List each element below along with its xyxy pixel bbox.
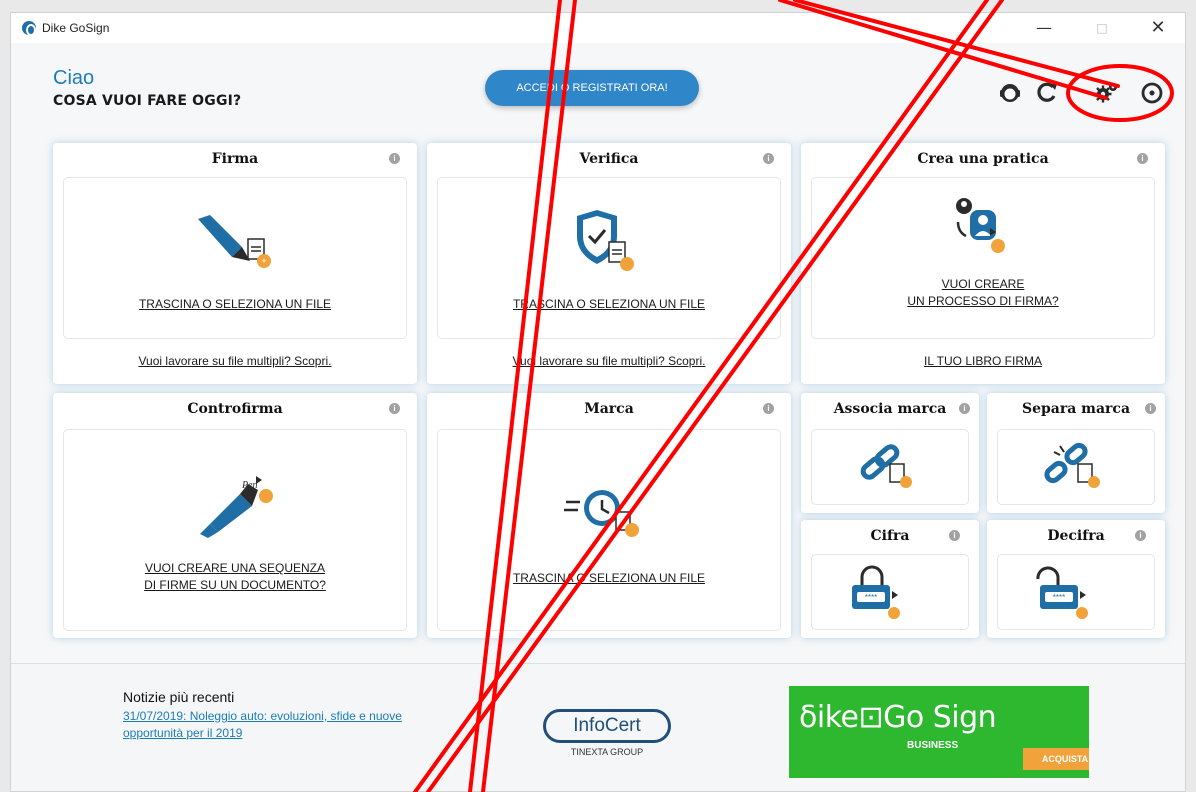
file-drop-zone[interactable]: + TRASCINA O SELEZIONA UN FILE bbox=[63, 177, 407, 339]
multiple-files-link[interactable]: Vuoi lavorare su file multipli? Scopri. bbox=[53, 354, 417, 368]
card-controfirma: Controfirma i Pen VUOI CREARE UNA SEQUEN… bbox=[53, 393, 417, 638]
brand-group: TINEXTA GROUP bbox=[570, 747, 644, 757]
card-title: Firma bbox=[211, 151, 259, 167]
unlink-chain-icon bbox=[1044, 442, 1100, 488]
file-drop-zone[interactable] bbox=[811, 429, 969, 505]
sequence-line2[interactable]: DI FIRME SU UN DOCUMENTO? bbox=[64, 577, 406, 594]
svg-text:Pen: Pen bbox=[241, 480, 258, 491]
card-title: Associa marca bbox=[833, 401, 947, 417]
info-icon[interactable]: i bbox=[389, 153, 400, 164]
minimize-button[interactable]: — bbox=[1023, 15, 1065, 41]
infocert-logo[interactable]: InfoCert TINEXTA GROUP bbox=[543, 709, 673, 769]
file-drop-zone[interactable]: TRASCINA O SELEZIONA UN FILE bbox=[437, 429, 781, 631]
user-process-icon bbox=[956, 198, 1005, 253]
news-title: Notizie più recenti bbox=[123, 689, 235, 705]
greeting: Ciao bbox=[53, 67, 95, 89]
signature-book-link[interactable]: IL TUO LIBRO FIRMA bbox=[801, 354, 1165, 368]
card-separa-marca: Separa marca i bbox=[987, 393, 1165, 513]
select-file-link[interactable]: TRASCINA O SELEZIONA UN FILE bbox=[64, 296, 406, 313]
svg-text:****: **** bbox=[865, 593, 877, 602]
card-title: Verifica bbox=[579, 151, 639, 167]
help-icon[interactable] bbox=[1139, 79, 1165, 105]
info-icon[interactable]: i bbox=[1137, 153, 1148, 164]
app-logo-icon bbox=[22, 21, 36, 36]
info-icon[interactable]: i bbox=[763, 403, 774, 414]
app-window: Dike GoSign — □ ✕ Ciao COSA VUOI FARE OG… bbox=[10, 12, 1186, 792]
sequence-line1[interactable]: VUOI CREARE UNA SEQUENZA bbox=[64, 560, 406, 577]
maximize-button[interactable]: □ bbox=[1081, 15, 1123, 41]
login-button[interactable]: ACCEDI O REGISTRATI ORA! bbox=[485, 70, 699, 106]
info-icon[interactable]: i bbox=[959, 403, 970, 414]
info-icon[interactable]: i bbox=[949, 530, 960, 541]
promo-title: δike⊡Go Sign bbox=[799, 700, 997, 735]
svg-text:+: + bbox=[261, 256, 266, 266]
create-process-line1[interactable]: VUOI CREARE bbox=[812, 276, 1154, 293]
card-marca: Marca i TRASCINA O SELEZIONA UN FILE bbox=[427, 393, 791, 638]
countersign-pen-icon: Pen bbox=[200, 476, 273, 538]
info-icon[interactable]: i bbox=[763, 153, 774, 164]
promo-subtitle: BUSINESS bbox=[907, 740, 959, 751]
refresh-icon[interactable] bbox=[1034, 79, 1060, 105]
file-drop-zone[interactable]: **** bbox=[997, 554, 1155, 630]
card-title: Separa marca bbox=[1021, 401, 1131, 417]
select-file-link[interactable]: TRASCINA O SELEZIONA UN FILE bbox=[438, 296, 780, 313]
buy-button[interactable]: ACQUISTA bbox=[1023, 748, 1089, 770]
close-button[interactable]: ✕ bbox=[1137, 15, 1179, 41]
pen-sign-icon: + bbox=[198, 215, 271, 268]
card-firma: Firma i + TRASCINA O SELEZIONA UN FILE V… bbox=[53, 143, 417, 384]
info-icon[interactable]: i bbox=[389, 403, 400, 414]
multiple-files-link[interactable]: Vuoi lavorare su file multipli? Scopri. bbox=[427, 354, 791, 368]
create-process-zone[interactable]: VUOI CREARE UN PROCESSO DI FIRMA? bbox=[811, 177, 1155, 339]
card-cifra: Cifra i **** bbox=[801, 520, 979, 638]
card-title: Crea una pratica bbox=[917, 151, 1049, 167]
footer: Notizie più recenti 31/07/2019: Noleggio… bbox=[11, 663, 1185, 791]
card-associa-marca: Associa marca i bbox=[801, 393, 979, 513]
news-link[interactable]: 31/07/2019: Noleggio auto: evoluzioni, s… bbox=[123, 708, 408, 742]
promo-banner[interactable]: δike⊡Go Sign BUSINESS ACQUISTA bbox=[789, 686, 1089, 778]
countersign-zone[interactable]: Pen VUOI CREARE UNA SEQUENZA DI FIRME SU… bbox=[63, 429, 407, 631]
card-title: Marca bbox=[584, 401, 634, 417]
card-verifica: Verifica i TRASCINA O SELEZIONA UN FILE … bbox=[427, 143, 791, 384]
file-drop-zone[interactable] bbox=[997, 429, 1155, 505]
window-title: Dike GoSign bbox=[42, 21, 110, 35]
file-drop-zone[interactable]: TRASCINA O SELEZIONA UN FILE bbox=[437, 177, 781, 339]
timestamp-clock-icon bbox=[564, 490, 639, 537]
link-chain-icon bbox=[860, 444, 912, 488]
file-drop-zone[interactable]: **** bbox=[811, 554, 969, 630]
select-file-link[interactable]: TRASCINA O SELEZIONA UN FILE bbox=[438, 570, 780, 587]
settings-icon[interactable] bbox=[1093, 79, 1119, 105]
card-crea-pratica: Crea una pratica i VUOI CREARE UN PROCES… bbox=[801, 143, 1165, 384]
card-title: Controfirma bbox=[187, 401, 283, 417]
brand-name: InfoCert bbox=[543, 709, 671, 743]
info-icon[interactable]: i bbox=[1135, 530, 1146, 541]
unlock-icon: **** bbox=[1036, 566, 1088, 619]
title-bar: Dike GoSign — □ ✕ bbox=[11, 13, 1185, 43]
create-process-line2[interactable]: UN PROCESSO DI FIRMA? bbox=[812, 293, 1154, 310]
page-title: COSA VUOI FARE OGGI? bbox=[53, 93, 242, 109]
lock-icon: **** bbox=[852, 565, 900, 619]
svg-text:****: **** bbox=[1053, 593, 1065, 602]
info-icon[interactable]: i bbox=[1145, 403, 1156, 414]
shield-check-icon bbox=[577, 210, 634, 271]
card-decifra: Decifra i **** bbox=[987, 520, 1165, 638]
support-icon[interactable] bbox=[997, 79, 1023, 105]
